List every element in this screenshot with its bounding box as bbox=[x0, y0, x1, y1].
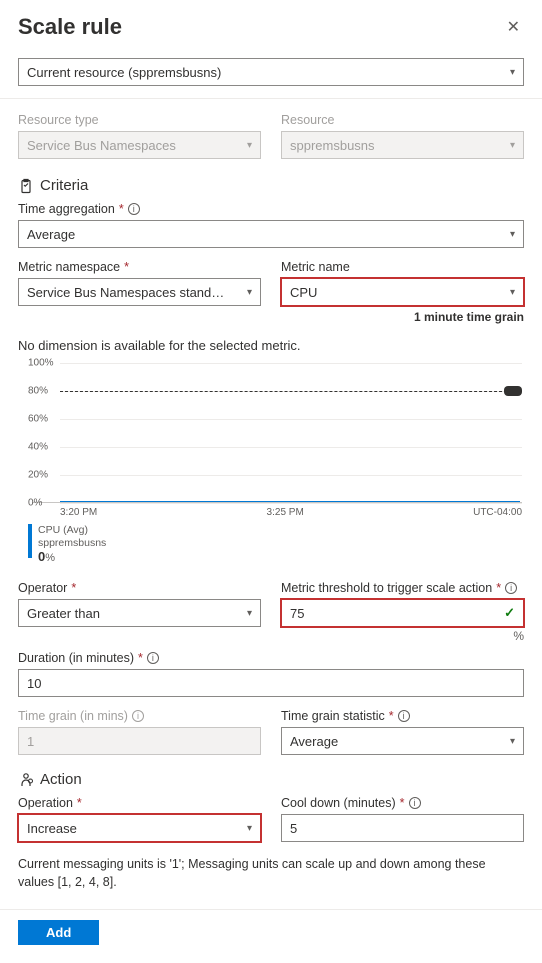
resource-value: sppremsbusns bbox=[290, 138, 375, 153]
chart-threshold-line bbox=[60, 391, 522, 392]
chart-ytick: 80% bbox=[28, 386, 48, 397]
close-icon[interactable]: ✕ bbox=[503, 15, 524, 39]
valid-checkmark-icon: ✓ bbox=[504, 605, 515, 621]
required-indicator: * bbox=[119, 202, 124, 216]
info-icon[interactable]: i bbox=[132, 710, 144, 722]
cooldown-input[interactable]: 5 bbox=[281, 814, 524, 842]
chart-series-line bbox=[60, 501, 520, 503]
metric-namespace-value: Service Bus Namespaces standard me... bbox=[27, 285, 230, 300]
metric-name-dropdown[interactable]: CPU ▾ bbox=[281, 278, 524, 306]
panel-title: Scale rule bbox=[18, 14, 122, 40]
chevron-down-icon: ▾ bbox=[247, 140, 252, 151]
chevron-down-icon: ▾ bbox=[247, 608, 252, 619]
chart-xtick: UTC-04:00 bbox=[473, 507, 522, 518]
chevron-down-icon: ▾ bbox=[510, 229, 515, 240]
chevron-down-icon: ▾ bbox=[247, 823, 252, 834]
time-grain-value: 1 bbox=[27, 734, 34, 749]
chart-ytick: 100% bbox=[28, 358, 54, 369]
chart-threshold-marker bbox=[504, 386, 522, 396]
action-header: Action bbox=[40, 771, 82, 788]
current-resource-dropdown[interactable]: Current resource (sppremsbusns) ▾ bbox=[18, 58, 524, 86]
no-dimension-text: No dimension is available for the select… bbox=[18, 338, 524, 353]
add-button[interactable]: Add bbox=[18, 920, 99, 945]
criteria-header: Criteria bbox=[40, 177, 88, 194]
chevron-down-icon: ▾ bbox=[510, 287, 515, 298]
cooldown-value: 5 bbox=[290, 821, 297, 836]
metric-name-label: Metric name bbox=[281, 260, 524, 274]
info-icon[interactable]: i bbox=[128, 203, 140, 215]
operator-dropdown[interactable]: Greater than ▾ bbox=[18, 599, 261, 627]
duration-value: 10 bbox=[27, 676, 41, 691]
resource-type-dropdown: Service Bus Namespaces ▾ bbox=[18, 131, 261, 159]
time-aggregation-label: Time aggregation * i bbox=[18, 202, 524, 216]
chart-xtick: 3:25 PM bbox=[267, 507, 304, 518]
threshold-unit: % bbox=[281, 629, 524, 643]
chart-ytick: 40% bbox=[28, 442, 48, 453]
time-grain-stat-value: Average bbox=[290, 734, 338, 749]
legend-color-bar bbox=[28, 524, 32, 558]
required-indicator: * bbox=[71, 581, 76, 595]
duration-label: Duration (in minutes) * i bbox=[18, 651, 524, 665]
required-indicator: * bbox=[124, 260, 129, 274]
time-aggregation-value: Average bbox=[27, 227, 75, 242]
metric-namespace-dropdown[interactable]: Service Bus Namespaces standard me... ▾ bbox=[18, 278, 261, 306]
action-icon bbox=[18, 772, 34, 788]
legend-series-resource: sppremsbusns bbox=[38, 537, 106, 550]
current-resource-value: Current resource (sppremsbusns) bbox=[27, 65, 221, 80]
chart-ytick: 0% bbox=[28, 498, 42, 509]
chevron-down-icon: ▾ bbox=[510, 67, 515, 78]
threshold-label: Metric threshold to trigger scale action… bbox=[281, 581, 524, 595]
chevron-down-icon: ▾ bbox=[510, 736, 515, 747]
info-icon[interactable]: i bbox=[398, 710, 410, 722]
resource-label: Resource bbox=[281, 113, 524, 127]
chart-ytick: 60% bbox=[28, 414, 48, 425]
criteria-icon bbox=[18, 178, 34, 194]
threshold-input[interactable]: 75 ✓ bbox=[281, 599, 524, 627]
time-grain-stat-dropdown[interactable]: Average ▾ bbox=[281, 727, 524, 755]
operator-value: Greater than bbox=[27, 606, 100, 621]
resource-dropdown: sppremsbusns ▾ bbox=[281, 131, 524, 159]
footnote-text: Current messaging units is '1'; Messagin… bbox=[18, 856, 524, 891]
time-grain-hint: 1 minute time grain bbox=[281, 310, 524, 324]
resource-type-value: Service Bus Namespaces bbox=[27, 138, 176, 153]
info-icon[interactable]: i bbox=[505, 582, 517, 594]
time-aggregation-dropdown[interactable]: Average ▾ bbox=[18, 220, 524, 248]
operation-label: Operation * bbox=[18, 796, 261, 810]
time-grain-stat-label: Time grain statistic * i bbox=[281, 709, 524, 723]
required-indicator: * bbox=[496, 581, 501, 595]
required-indicator: * bbox=[389, 709, 394, 723]
time-grain-label: Time grain (in mins) i bbox=[18, 709, 261, 723]
chevron-down-icon: ▾ bbox=[510, 140, 515, 151]
metric-chart: 0%20%40%60%80%100% 3:20 PM3:25 PMUTC-04:… bbox=[18, 363, 524, 565]
chart-ytick: 20% bbox=[28, 470, 48, 481]
legend-series-name: CPU (Avg) bbox=[38, 524, 106, 537]
required-indicator: * bbox=[138, 651, 143, 665]
info-icon[interactable]: i bbox=[147, 652, 159, 664]
cooldown-label: Cool down (minutes) * i bbox=[281, 796, 524, 810]
operation-value: Increase bbox=[27, 821, 77, 836]
time-grain-input: 1 bbox=[18, 727, 261, 755]
required-indicator: * bbox=[400, 796, 405, 810]
required-indicator: * bbox=[77, 796, 82, 810]
resource-type-label: Resource type bbox=[18, 113, 261, 127]
operation-dropdown[interactable]: Increase ▾ bbox=[18, 814, 261, 842]
chart-xtick: 3:20 PM bbox=[60, 507, 97, 518]
duration-input[interactable]: 10 bbox=[18, 669, 524, 697]
metric-namespace-label: Metric namespace * bbox=[18, 260, 261, 274]
chevron-down-icon: ▾ bbox=[247, 287, 252, 298]
threshold-value: 75 bbox=[290, 606, 304, 621]
metric-name-value: CPU bbox=[290, 285, 317, 300]
legend-unit: % bbox=[45, 552, 55, 564]
operator-label: Operator * bbox=[18, 581, 261, 595]
info-icon[interactable]: i bbox=[409, 797, 421, 809]
